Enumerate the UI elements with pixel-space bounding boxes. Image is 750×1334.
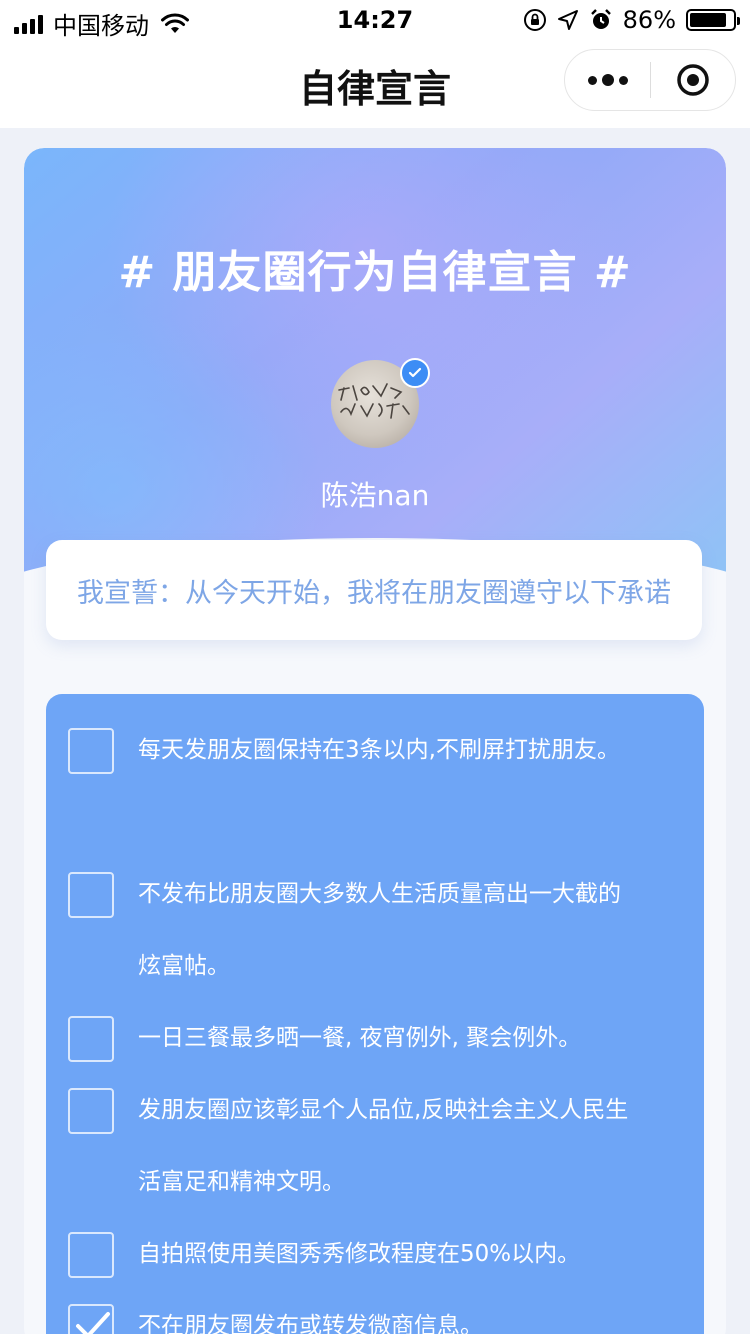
item-text: 不在朋友圈发布或转发微商信息。	[138, 1313, 483, 1334]
declaration-title: # 朋友圈行为自律宣言 #	[118, 247, 632, 298]
orientation-lock-icon	[523, 9, 546, 31]
checkbox-checked[interactable]	[68, 1304, 114, 1334]
mini-program-capsule	[564, 49, 736, 111]
item-text: 一日三餐最多晒一餐, 夜宵例外, 聚会例外。	[138, 1025, 582, 1051]
close-button[interactable]	[651, 50, 735, 110]
battery-percent: 86%	[622, 6, 676, 34]
page-content: # 朋友圈行为自律宣言 # 陈浩nan 我宣誓：从今天开始，我将在朋友圈遵守以下…	[0, 128, 750, 1334]
checkbox[interactable]	[68, 1088, 114, 1134]
more-button[interactable]	[565, 50, 650, 110]
checkbox[interactable]	[68, 1016, 114, 1062]
battery-icon	[686, 9, 740, 31]
checkbox[interactable]	[68, 872, 114, 918]
hero-banner: # 朋友圈行为自律宣言 # 陈浩nan	[24, 148, 726, 578]
status-bar: 中国移动 14:27 86%	[0, 0, 750, 40]
checkbox[interactable]	[68, 728, 114, 774]
checkbox[interactable]	[68, 1232, 114, 1278]
item-text: 发朋友圈应该彰显个人品位,反映社会主义人民生活富足和精神文明。	[138, 1097, 629, 1195]
more-dot-icon	[601, 74, 614, 86]
more-dot-icon	[618, 75, 628, 85]
pledge-text: 我宣誓：从今天开始，我将在朋友圈遵守以下承诺	[77, 577, 671, 609]
item-text: 不发布比朋友圈大多数人生活质量高出一大截的炫富帖。	[138, 881, 621, 979]
username: 陈浩nan	[320, 479, 430, 512]
pledge-box: 我宣誓：从今天开始，我将在朋友圈遵守以下承诺	[46, 540, 702, 640]
close-target-icon	[677, 64, 709, 96]
item-text: 自拍照使用美图秀秀修改程度在50%以内。	[138, 1241, 581, 1267]
location-arrow-icon	[557, 10, 578, 30]
verified-badge-icon	[400, 358, 430, 388]
more-dot-icon	[587, 75, 597, 85]
checkmark-icon	[76, 1312, 110, 1334]
item-text: 每天发朋友圈保持在3条以内,不刷屏打扰朋友。	[138, 737, 620, 763]
alarm-icon	[590, 9, 611, 29]
declaration-card: # 朋友圈行为自律宣言 # 陈浩nan 我宣誓：从今天开始，我将在朋友圈遵守以下…	[24, 148, 726, 1334]
navigation-bar: 自律宣言	[0, 40, 750, 128]
pledge-list: 每天发朋友圈保持在3条以内,不刷屏打扰朋友。 不发布比朋友圈大多数人生活质量高出…	[46, 694, 704, 1334]
